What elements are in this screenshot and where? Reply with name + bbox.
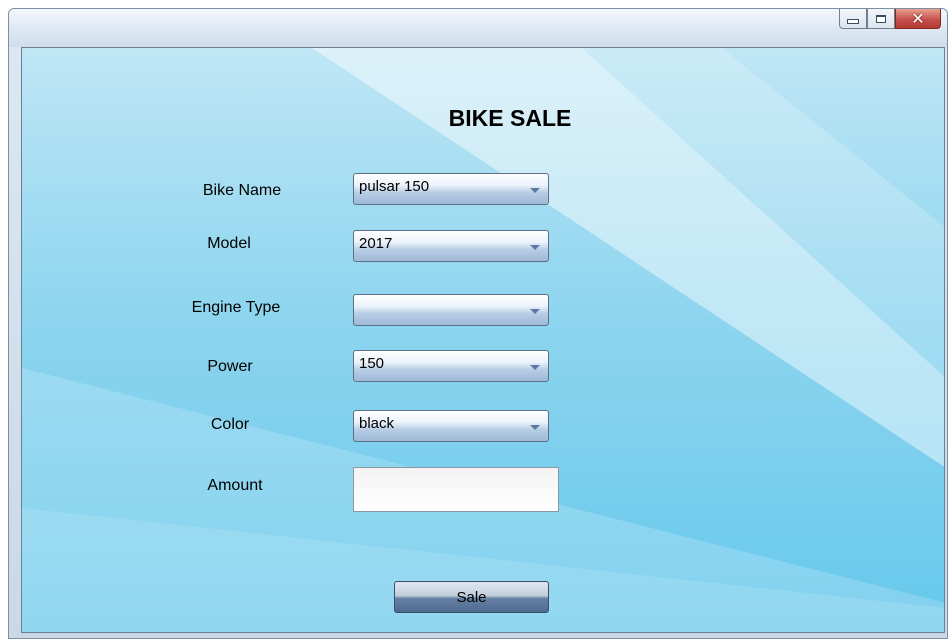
sale-button[interactable]: Sale [394,581,549,613]
color-dropdown[interactable]: black [353,410,549,442]
bike-name-value: pulsar 150 [359,178,430,195]
chevron-down-icon [530,365,540,370]
bike-name-label: Bike Name [202,182,282,199]
background-art [22,48,944,632]
power-dropdown[interactable]: 150 [353,350,549,382]
engine-type-dropdown[interactable] [353,294,549,326]
chevron-down-icon [530,245,540,250]
title-bar[interactable]: ✕ [9,9,947,47]
model-value: 2017 [359,235,393,252]
model-dropdown[interactable]: 2017 [353,230,549,262]
maximize-button[interactable] [867,9,895,29]
minimize-button[interactable] [839,9,867,29]
power-label: Power [207,358,253,375]
page-title: BIKE SALE [448,105,572,131]
app-window: ✕ BIKE SALE Bike Name pulsar 150 Model 2… [8,8,948,639]
power-value: 150 [359,355,385,372]
bike-name-dropdown[interactable]: pulsar 150 [353,173,549,205]
amount-label: Amount [207,477,263,494]
model-label: Model [207,235,251,252]
chevron-down-icon [530,425,540,430]
caption-buttons: ✕ [839,9,941,29]
minimize-icon [847,19,859,24]
form-client-area: BIKE SALE Bike Name pulsar 150 Model 201… [21,47,945,633]
maximize-icon [876,14,886,23]
color-value: black [359,415,395,432]
amount-input[interactable] [353,467,559,512]
close-button[interactable]: ✕ [895,9,941,29]
color-label: Color [210,416,250,433]
chevron-down-icon [530,188,540,193]
close-icon: ✕ [911,8,925,28]
engine-type-label: Engine Type [191,299,281,316]
chevron-down-icon [530,309,540,314]
